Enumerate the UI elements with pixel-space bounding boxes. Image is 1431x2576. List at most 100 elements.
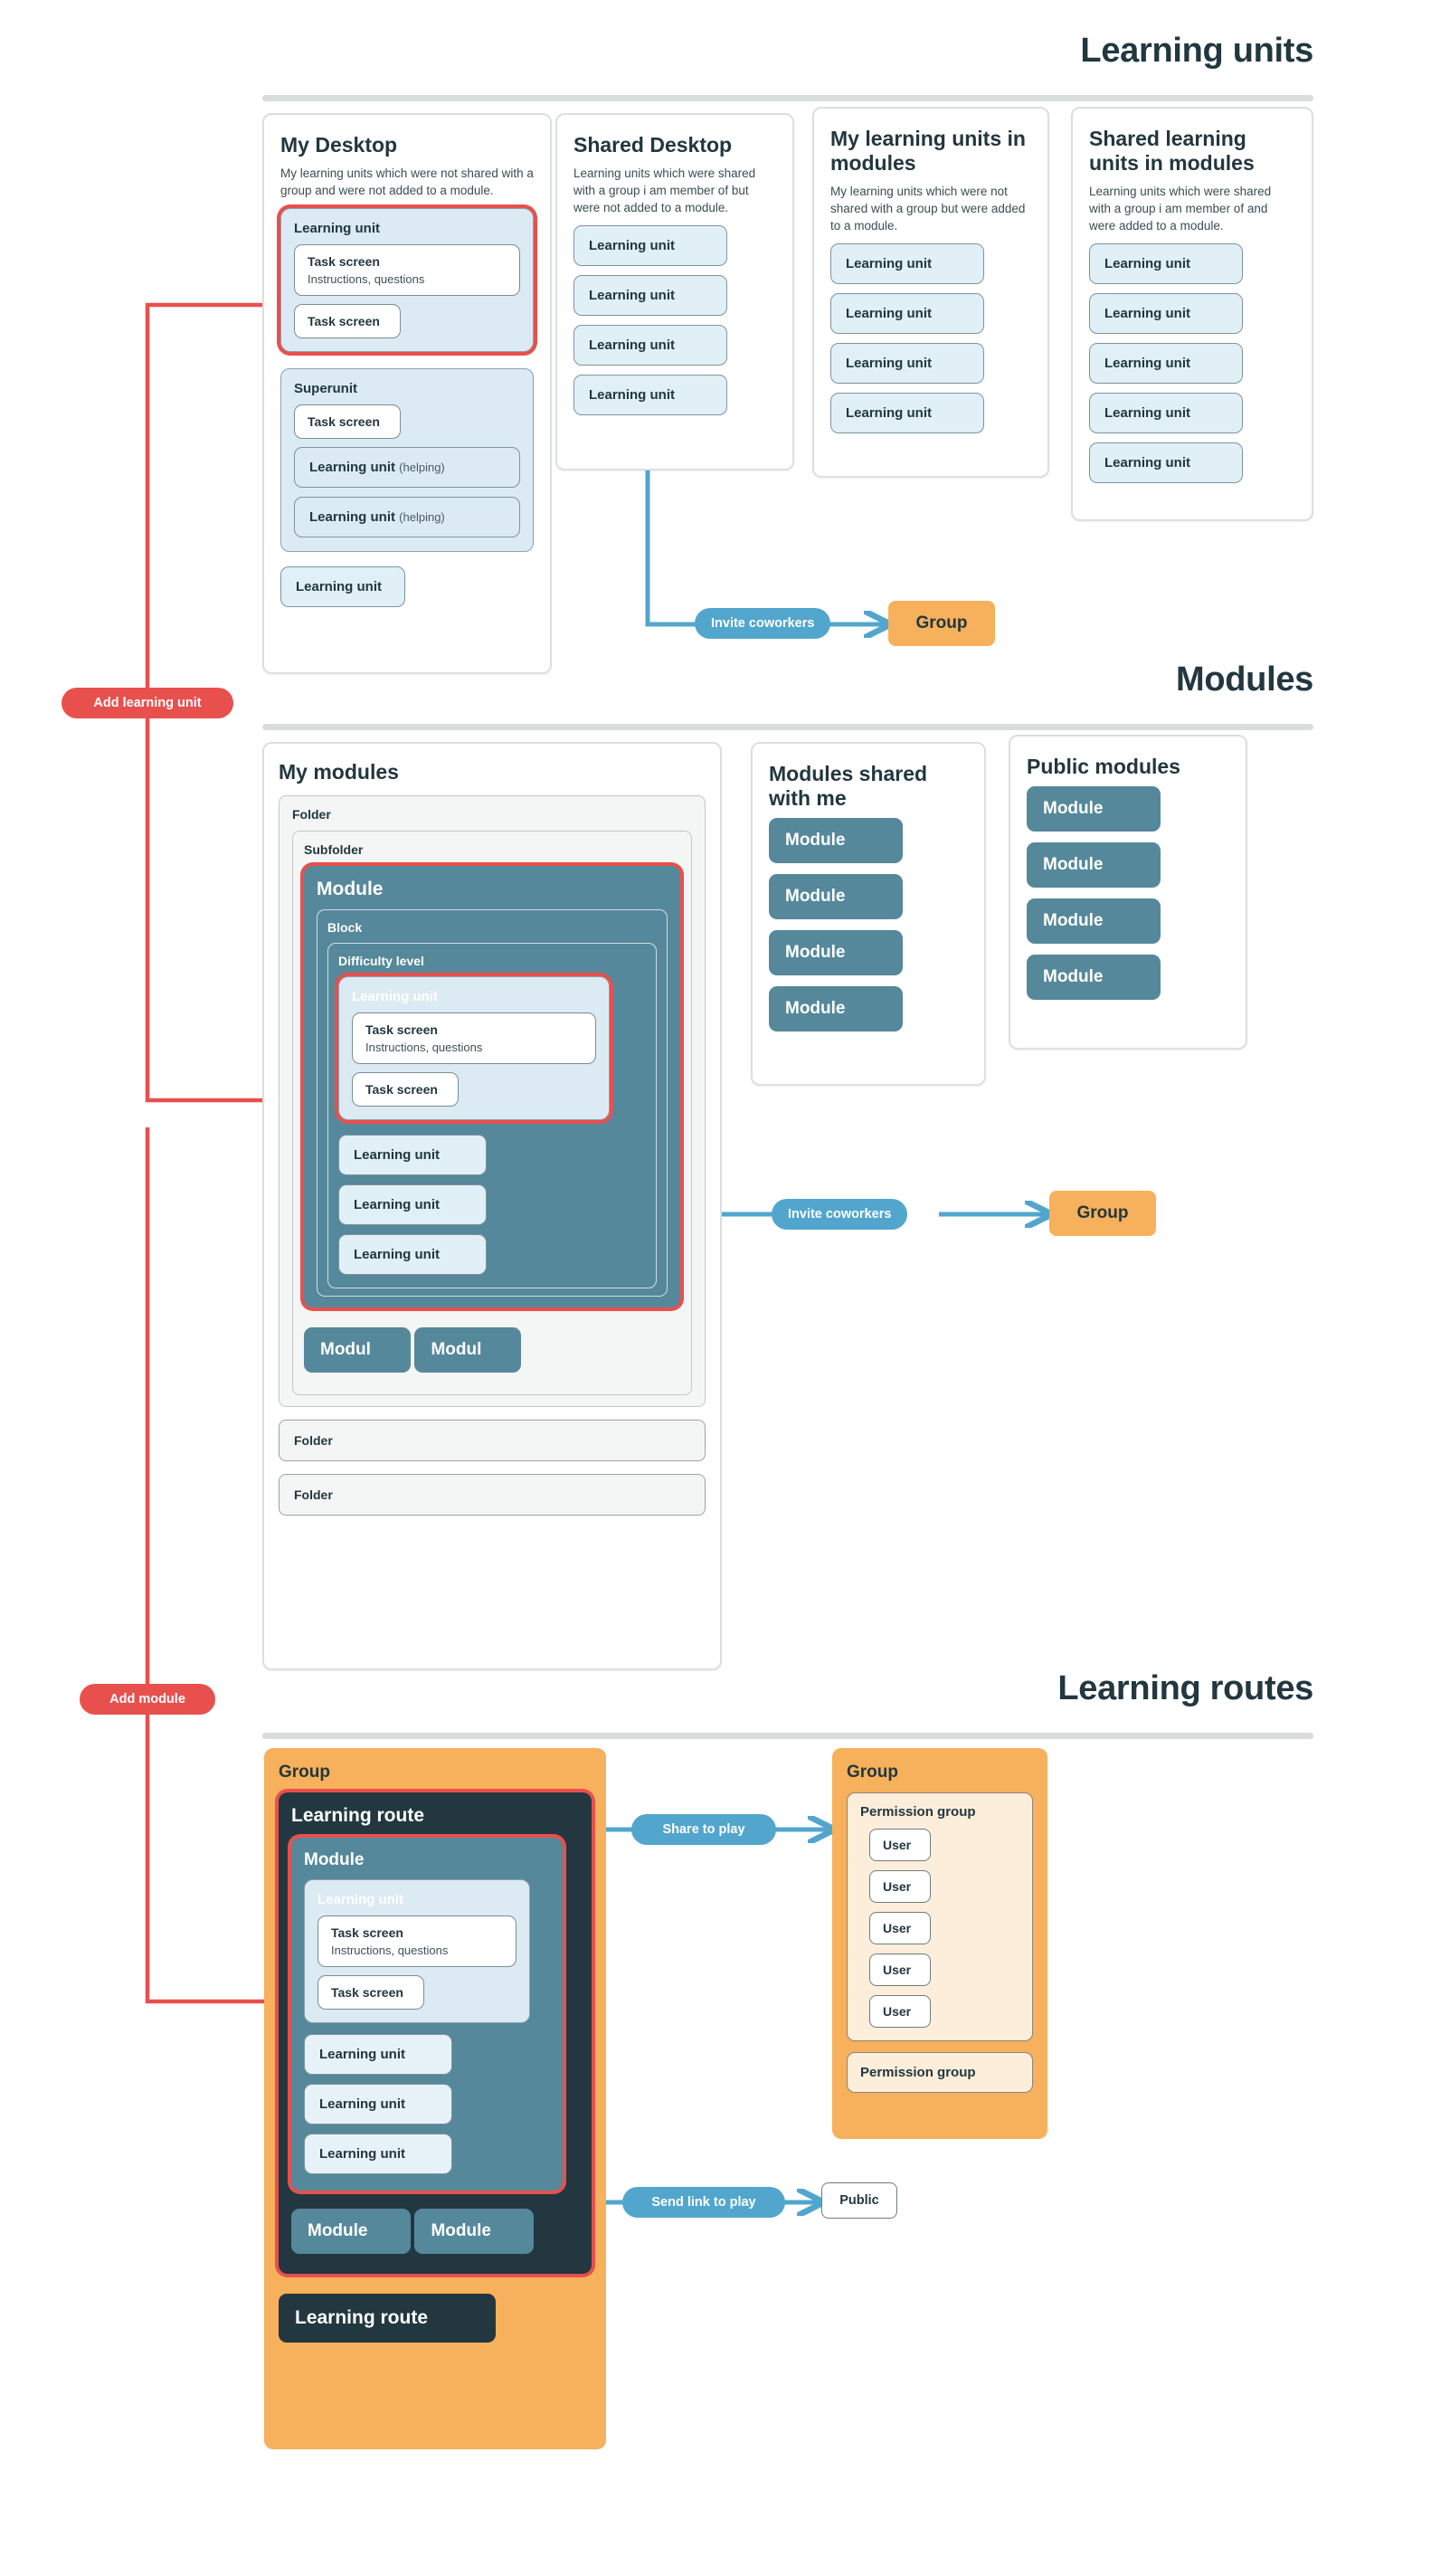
task-screen[interactable]: Task screen Instructions, questions xyxy=(352,1012,596,1064)
learning-route-chip[interactable]: Learning route xyxy=(279,2294,496,2343)
task-screen[interactable]: Task screen xyxy=(294,304,401,339)
learning-unit-helping[interactable]: Learning unit (helping) xyxy=(294,447,520,489)
task-screen[interactable]: Task screen xyxy=(352,1071,459,1107)
learning-unit-chip[interactable]: Learning unit xyxy=(573,375,727,416)
task-screen-title: Task screen xyxy=(365,1022,438,1037)
learning-unit-chip[interactable]: Learning unit xyxy=(1089,393,1243,434)
subfolder-label: Subfolder xyxy=(304,841,364,857)
learning-unit-chip[interactable]: Learning unit xyxy=(304,2134,452,2174)
learning-unit-label: Learning unit xyxy=(352,988,438,1004)
user-chip[interactable]: User xyxy=(869,1870,931,1903)
module-chip[interactable]: Modul xyxy=(304,1326,411,1373)
learning-unit-chip[interactable]: Learning unit xyxy=(830,343,984,385)
panel-desc-my-desktop: My learning units which were not shared … xyxy=(280,166,534,198)
panel-title-my-units-in-modules: My learning units in modules xyxy=(830,127,1026,175)
permission-group-row[interactable]: Permission group xyxy=(847,2052,1033,2093)
section-rule-learning-routes xyxy=(262,1733,1313,1739)
task-screen-title: Task screen xyxy=(365,1081,438,1097)
block-box[interactable]: Block Difficulty level Learning unit Tas… xyxy=(317,908,668,1297)
panel-my-modules: My modules Folder Subfolder Module Block… xyxy=(262,742,722,1670)
permission-group-box[interactable]: Permission group User User User User Use… xyxy=(847,1792,1033,2041)
task-screen-title: Task screen xyxy=(308,254,380,270)
learning-unit-suffix: (helping) xyxy=(399,510,445,525)
module-label: Module xyxy=(317,878,384,899)
learning-route-box[interactable]: Learning route Module Learning unit Task… xyxy=(279,1792,592,2274)
task-screen-title: Task screen xyxy=(308,314,380,329)
section-title-learning-units: Learning units xyxy=(1080,32,1313,70)
learning-unit-chip[interactable]: Learning unit xyxy=(573,225,727,267)
difficulty-level-label: Difficulty level xyxy=(338,953,424,968)
learning-unit-chip[interactable]: Learning unit xyxy=(1089,343,1243,385)
module-chip[interactable]: Module xyxy=(291,2209,411,2254)
difficulty-level-box[interactable]: Difficulty level Learning unit Task scre… xyxy=(327,942,657,1288)
learning-unit-chip[interactable]: Learning unit xyxy=(338,1183,487,1225)
panel-shared-desktop: Shared Desktop Learning units which were… xyxy=(555,113,794,471)
group-box-owner: Group Learning route Module Learning uni… xyxy=(264,1748,606,2449)
learning-unit-chip[interactable]: Learning unit xyxy=(304,2034,452,2075)
user-chip[interactable]: User xyxy=(869,1912,931,1944)
module-chip[interactable]: Modul xyxy=(414,1326,522,1373)
user-chip[interactable]: User xyxy=(869,1829,931,1861)
module-chip[interactable]: Module xyxy=(1027,954,1161,1000)
learning-unit-chip[interactable]: Learning unit xyxy=(573,275,727,317)
section-rule-learning-units xyxy=(262,95,1313,101)
learning-unit-helping[interactable]: Learning unit (helping) xyxy=(294,497,520,538)
learning-unit-chip[interactable]: Learning unit xyxy=(830,293,984,335)
learning-unit-label: Learning unit xyxy=(294,221,380,237)
task-screen-subtitle: Instructions, questions xyxy=(331,1944,449,1957)
learning-unit-chip[interactable]: Learning unit xyxy=(830,243,984,285)
panel-modules-shared-with-me: Modules shared with me Module Module Mod… xyxy=(751,742,986,1086)
learning-unit-chip[interactable]: Learning unit xyxy=(1089,293,1243,335)
task-screen[interactable]: Task screen xyxy=(317,1975,424,2010)
send-link-to-play-pill[interactable]: Send link to play xyxy=(622,2187,785,2218)
group-chip[interactable]: Group xyxy=(888,601,995,646)
folder-row[interactable]: Folder Subfolder Module Block Difficulty… xyxy=(279,794,706,1407)
module-chip[interactable]: Module xyxy=(1027,785,1161,832)
module-box-highlighted[interactable]: Module Learning unit Task screen Instruc… xyxy=(291,1838,563,2191)
learning-route-label: Learning route xyxy=(291,1805,425,1826)
learning-unit-chip[interactable]: Learning unit xyxy=(1089,442,1243,484)
module-chip[interactable]: Module xyxy=(1027,898,1161,944)
learning-unit-highlighted[interactable]: Learning unit Task screen Instructions, … xyxy=(280,208,534,353)
learning-unit-highlighted[interactable]: Learning unit Task screen Instructions, … xyxy=(338,975,610,1120)
module-chip[interactable]: Module xyxy=(769,817,903,863)
folder-row[interactable]: Folder xyxy=(279,1473,706,1516)
user-chip[interactable]: User xyxy=(869,1953,931,1986)
invite-coworkers-pill[interactable]: Invite coworkers xyxy=(695,608,830,639)
learning-unit-chip[interactable]: Learning unit xyxy=(1089,243,1243,285)
learning-unit-loose[interactable]: Learning unit xyxy=(280,566,405,608)
learning-unit-chip[interactable]: Learning unit xyxy=(338,1134,487,1175)
learning-unit-suffix: (helping) xyxy=(399,461,445,475)
superunit-box[interactable]: Superunit Task screen Learning unit (hel… xyxy=(280,368,534,553)
task-screen[interactable]: Task screen Instructions, questions xyxy=(317,1915,516,1967)
task-screen[interactable]: Task screen xyxy=(294,404,401,440)
learning-unit-chip[interactable]: Learning unit xyxy=(830,393,984,434)
learning-unit-chip[interactable]: Learning unit xyxy=(573,325,727,366)
learning-unit-label: Learning unit xyxy=(309,460,395,476)
user-chip[interactable]: User xyxy=(869,1995,931,2028)
public-chip[interactable]: Public xyxy=(821,2182,897,2219)
block-label: Block xyxy=(327,919,363,935)
module-label: Module xyxy=(304,1850,365,1869)
module-chip[interactable]: Module xyxy=(769,873,903,919)
module-chip[interactable]: Module xyxy=(769,929,903,975)
module-chip[interactable]: Module xyxy=(1027,841,1161,888)
add-module-pill[interactable]: Add module xyxy=(80,1684,215,1715)
module-chip[interactable]: Module xyxy=(414,2209,535,2254)
folder-row[interactable]: Folder xyxy=(279,1419,706,1461)
panel-desc-shared-desktop: Learning units which were shared with a … xyxy=(573,166,756,215)
share-to-play-pill[interactable]: Share to play xyxy=(631,1814,776,1845)
add-learning-unit-pill[interactable]: Add learning unit xyxy=(62,688,233,718)
task-screen[interactable]: Task screen Instructions, questions xyxy=(294,244,520,297)
group-chip[interactable]: Group xyxy=(1049,1191,1156,1236)
module-chip[interactable]: Module xyxy=(769,985,903,1031)
learning-unit-chip[interactable]: Learning unit xyxy=(338,1233,487,1275)
diagram-canvas: Learning units My Desktop My learning un… xyxy=(0,0,1431,2576)
panel-my-units-in-modules: My learning units in modules My learning… xyxy=(812,107,1049,478)
learning-unit-box[interactable]: Learning unit Task screen Instructions, … xyxy=(304,1879,530,2023)
invite-coworkers-pill[interactable]: Invite coworkers xyxy=(772,1199,907,1230)
subfolder-row[interactable]: Subfolder Module Block Difficulty level … xyxy=(292,830,692,1395)
module-box-highlighted[interactable]: Module Block Difficulty level Learning u… xyxy=(304,865,680,1307)
panel-public-modules: Public modules Module Module Module Modu… xyxy=(1009,735,1247,1050)
learning-unit-chip[interactable]: Learning unit xyxy=(304,2084,452,2124)
